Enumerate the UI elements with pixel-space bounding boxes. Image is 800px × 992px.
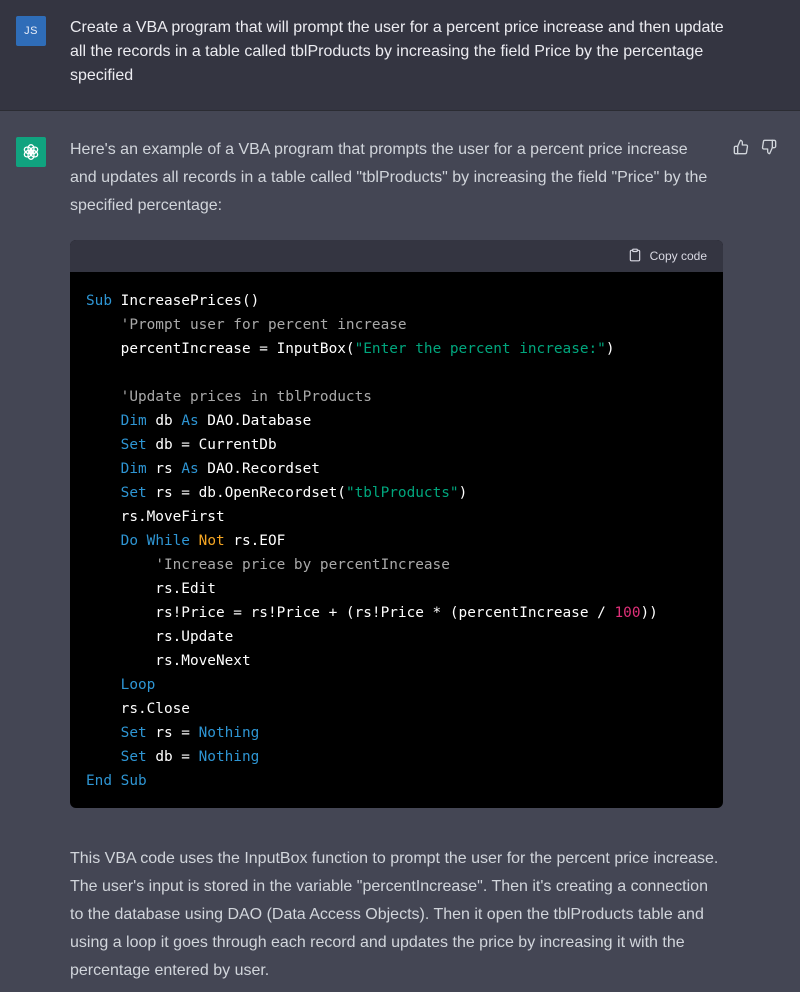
code-line: Set rs = db.OpenRecordset("tblProducts")	[120, 485, 468, 501]
copy-code-button[interactable]: Copy code	[628, 248, 707, 265]
openai-logo-icon	[16, 137, 46, 167]
code-line: 'Increase price by percentIncrease	[155, 557, 450, 573]
code-line: rs.MoveNext	[86, 653, 251, 669]
code-line: Set db = CurrentDb	[120, 437, 277, 453]
code-line: 'Prompt user for percent increase	[120, 317, 407, 333]
thumbs-up-icon[interactable]	[733, 139, 749, 155]
assistant-intro-text: Here's an example of a VBA program that …	[70, 141, 708, 214]
code-line: Do While Not rs.EOF	[120, 533, 286, 549]
user-message: JS Create a VBA program that will prompt…	[0, 0, 800, 111]
thumbs-down-icon[interactable]	[761, 139, 777, 155]
code-line: Sub IncreasePrices()	[86, 293, 260, 309]
code-line: 'Update prices in tblProducts	[120, 389, 372, 405]
code-block: Copy code Sub IncreasePrices() 'Prompt u…	[70, 240, 723, 808]
copy-code-label: Copy code	[649, 249, 707, 263]
code-line: Set db = Nothing	[120, 749, 260, 765]
code-block-header: Copy code	[70, 240, 723, 272]
code-line: Loop	[120, 677, 156, 693]
user-message-text: Create a VBA program that will prompt th…	[70, 19, 724, 84]
code-line: rs.Close	[86, 701, 190, 717]
code-line: rs.Update	[86, 629, 234, 645]
code-line: rs!Price = rs!Price + (rs!Price * (perce…	[86, 605, 658, 621]
code-line: percentIncrease = InputBox("Enter the pe…	[86, 341, 615, 357]
clipboard-icon	[628, 248, 642, 265]
code-line: Set rs = Nothing	[120, 725, 260, 741]
code-line: Dim rs As DAO.Recordset	[120, 461, 320, 477]
code-line: rs.MoveFirst	[86, 509, 225, 525]
code-line: rs.Edit	[86, 581, 216, 597]
assistant-message: Here's an example of a VBA program that …	[0, 111, 800, 992]
assistant-explanation-text: This VBA code uses the InputBox function…	[70, 850, 719, 979]
code-line: End Sub	[86, 773, 147, 789]
code-line: Dim db As DAO.Database	[120, 413, 312, 429]
feedback-buttons	[733, 139, 777, 155]
code-content: Sub IncreasePrices() 'Prompt user for pe…	[70, 272, 723, 793]
user-avatar: JS	[16, 16, 46, 46]
